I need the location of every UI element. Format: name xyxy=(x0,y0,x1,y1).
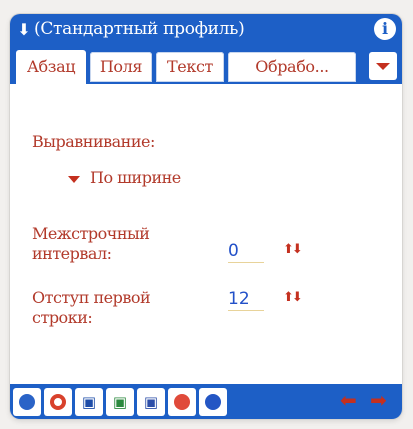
globe-icon xyxy=(205,393,221,410)
tab-text[interactable]: Текст xyxy=(156,52,224,82)
save-as-button[interactable]: ▣ xyxy=(106,387,134,416)
line-spacing-label-cont: интервал: xyxy=(32,244,112,263)
record-button[interactable] xyxy=(168,387,196,416)
help-button[interactable] xyxy=(13,387,41,416)
bottom-toolbar: ▣ ▣ ▣ ⬅ ➡ xyxy=(10,384,402,419)
save-as-icon: ▣ xyxy=(112,392,128,411)
record-icon xyxy=(174,393,190,410)
first-indent-label-cont: строки: xyxy=(32,308,93,327)
alignment-label: Выравнивание: xyxy=(32,132,155,151)
info-icon[interactable]: i xyxy=(374,18,396,40)
save-icon: ▣ xyxy=(81,392,97,411)
tab-paragraph[interactable]: Абзац xyxy=(16,50,86,84)
first-indent-stepper[interactable]: ⬆⬇ xyxy=(283,290,303,305)
tabs-overflow-button[interactable] xyxy=(369,52,397,80)
profile-title[interactable]: (Стандартный профиль) xyxy=(34,19,245,39)
merge-button[interactable]: ▣ xyxy=(137,387,165,416)
profile-panel: ⬇ (Стандартный профиль) i Абзац Поля Тек… xyxy=(10,14,402,419)
line-spacing-stepper[interactable]: ⬆⬇ xyxy=(283,242,303,257)
globe-button[interactable] xyxy=(199,387,227,416)
forward-arrow-icon[interactable]: ➡ xyxy=(370,388,387,412)
alignment-dropdown-icon[interactable] xyxy=(68,176,80,183)
line-spacing-input[interactable]: 0 xyxy=(228,240,264,263)
line-spacing-label: Межстрочный xyxy=(32,224,150,243)
tab-processing[interactable]: Обрабо... xyxy=(228,52,356,82)
merge-icon: ▣ xyxy=(143,392,159,411)
stop-button[interactable] xyxy=(44,387,72,416)
back-arrow-icon[interactable]: ⬅ xyxy=(340,388,357,412)
chevron-down-icon xyxy=(376,63,390,70)
help-icon xyxy=(19,393,35,410)
stop-icon xyxy=(50,393,66,410)
tab-bar: Абзац Поля Текст Обрабо... xyxy=(10,44,402,84)
title-bar: ⬇ (Стандартный профиль) i xyxy=(10,14,402,44)
first-indent-input[interactable]: 12 xyxy=(228,288,264,311)
alignment-value[interactable]: По ширине xyxy=(90,168,181,188)
paragraph-settings: Выравнивание: По ширине Межстрочный инте… xyxy=(10,84,402,384)
save-button[interactable]: ▣ xyxy=(75,387,103,416)
collapse-arrow-icon[interactable]: ⬇ xyxy=(14,20,34,39)
first-indent-label: Отступ первой xyxy=(32,288,151,307)
tab-fields[interactable]: Поля xyxy=(90,52,152,82)
